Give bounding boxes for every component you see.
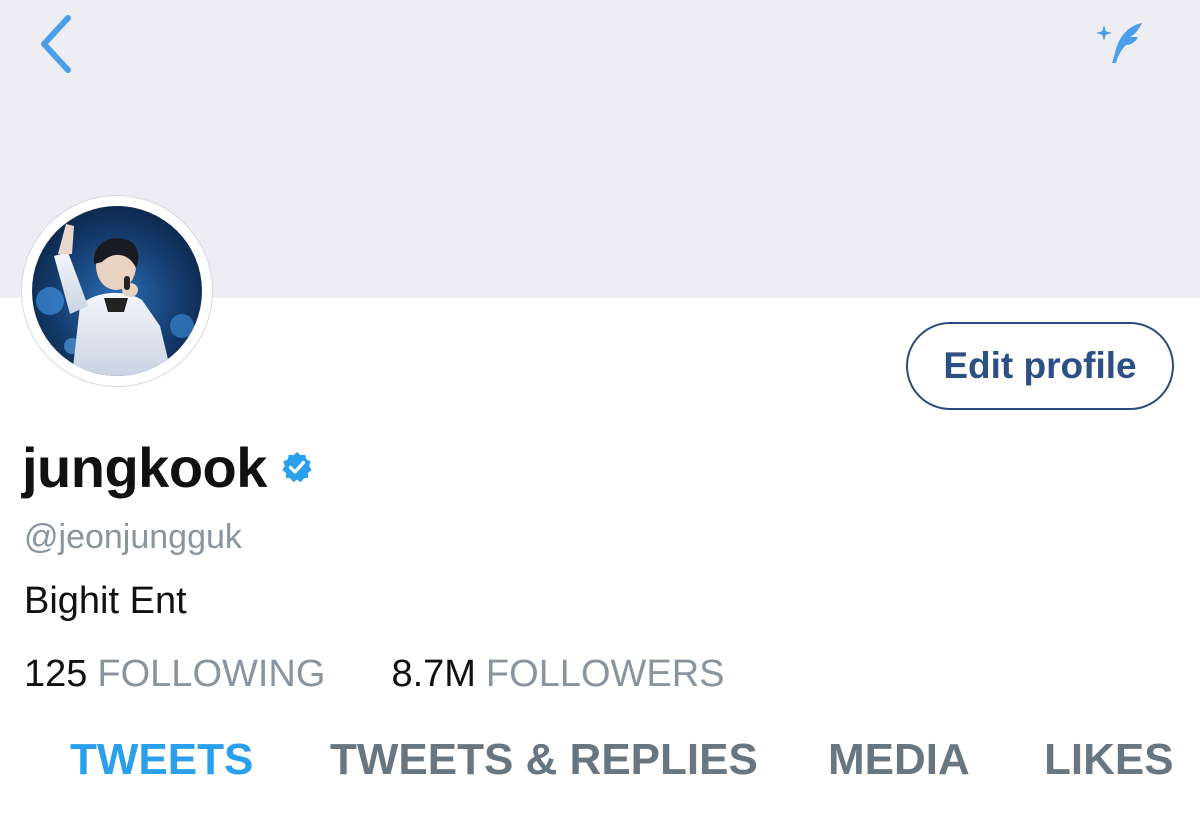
followers-count: 8.7M bbox=[391, 653, 476, 695]
tab-media[interactable]: MEDIA bbox=[828, 735, 970, 785]
profile-screen: Edit profile jungkook @jeonjungguk Bighi… bbox=[0, 0, 1200, 821]
profile-handle: @jeonjungguk bbox=[24, 518, 242, 556]
following-count: 125 bbox=[24, 653, 88, 695]
back-button[interactable] bbox=[30, 12, 82, 76]
profile-stats: 125 FOLLOWING 8.7M FOLLOWERS bbox=[24, 653, 791, 696]
followers-stat[interactable]: 8.7M FOLLOWERS bbox=[391, 653, 724, 696]
chevron-left-icon bbox=[41, 15, 71, 73]
avatar-photo bbox=[32, 206, 202, 376]
tab-tweets-and-replies[interactable]: TWEETS & REPLIES bbox=[330, 735, 758, 785]
edit-profile-label: Edit profile bbox=[943, 345, 1137, 386]
following-stat[interactable]: 125 FOLLOWING bbox=[24, 653, 325, 696]
tab-likes[interactable]: LIKES bbox=[1044, 735, 1174, 785]
tab-tweets[interactable]: TWEETS bbox=[70, 735, 253, 785]
verified-badge-icon bbox=[282, 452, 312, 483]
profile-tabs: TWEETS TWEETS & REPLIES MEDIA LIKES bbox=[0, 735, 1200, 805]
compose-tweet-button[interactable] bbox=[1088, 18, 1152, 68]
feather-sparkle-icon bbox=[1096, 23, 1142, 63]
following-label: FOLLOWING bbox=[97, 653, 326, 695]
display-name-row: jungkook bbox=[22, 432, 313, 502]
edit-profile-button[interactable]: Edit profile bbox=[906, 322, 1174, 410]
avatar[interactable] bbox=[22, 196, 212, 386]
followers-label: FOLLOWERS bbox=[485, 653, 725, 695]
display-name: jungkook bbox=[22, 435, 267, 499]
profile-bio: Bighit Ent bbox=[24, 580, 187, 622]
